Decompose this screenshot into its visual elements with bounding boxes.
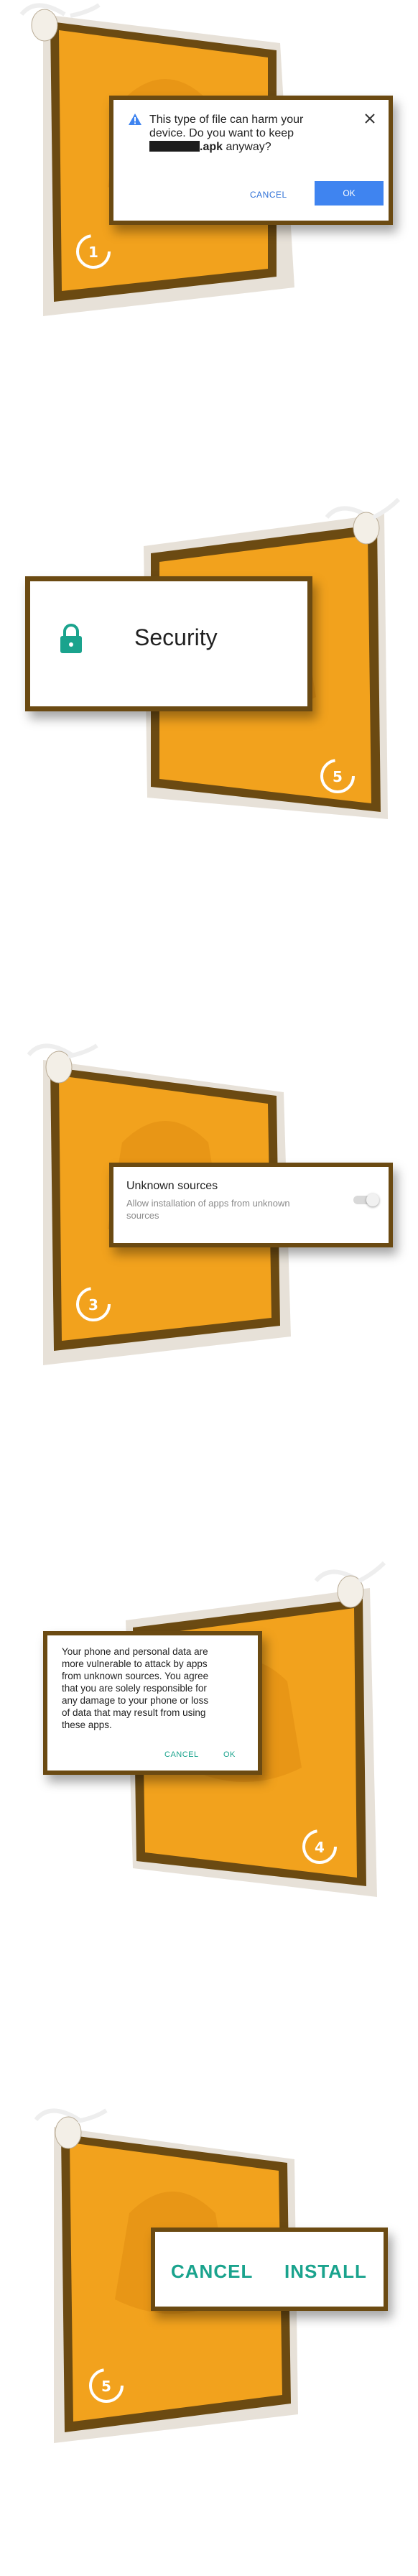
unknown-sources-toggle[interactable] bbox=[350, 1193, 379, 1207]
step-5: 5 CANCEL INSTALL bbox=[0, 2098, 418, 2472]
warning-body: Your phone and personal data are more vu… bbox=[62, 1645, 256, 1731]
ok-button[interactable]: OK bbox=[315, 181, 384, 206]
install-buttons-panel: CANCEL INSTALL bbox=[151, 2228, 388, 2311]
step-2: 5 Security bbox=[0, 496, 418, 841]
unknown-sources-subtitle: Allow installation of apps from unknown … bbox=[126, 1197, 342, 1222]
warning-tail: anyway? bbox=[223, 141, 271, 153]
warning-message: This type of file can harm your device. … bbox=[149, 113, 365, 154]
install-button[interactable]: INSTALL bbox=[284, 2261, 367, 2283]
step-number: 5 bbox=[101, 2378, 111, 2395]
body-line: more vulnerable to attack by apps bbox=[62, 1658, 208, 1669]
body-line: from unknown sources. You agree bbox=[62, 1671, 209, 1681]
warning-icon bbox=[129, 114, 141, 125]
step-1: 1 This type of file can harm your device… bbox=[0, 0, 418, 331]
cancel-button[interactable]: CANCEL bbox=[164, 1750, 199, 1759]
lock-icon bbox=[60, 624, 82, 653]
subtitle-line-1: Allow installation of apps from unknown bbox=[126, 1198, 290, 1209]
step-4: 4 Your phone and personal data are more … bbox=[0, 1559, 418, 1919]
harm-warning-dialog: This type of file can harm your device. … bbox=[109, 96, 393, 225]
step-number: 5 bbox=[333, 768, 343, 785]
step-number: 3 bbox=[88, 1296, 98, 1314]
step-number: 1 bbox=[88, 244, 98, 261]
unknown-sources-warning-dialog: Your phone and personal data are more vu… bbox=[43, 1631, 262, 1775]
toggle-knob bbox=[366, 1194, 379, 1206]
close-icon[interactable] bbox=[364, 113, 376, 124]
step-3: 3 Unknown sources Allow installation of … bbox=[0, 1035, 418, 1372]
body-line: that you are solely responsible for bbox=[62, 1683, 207, 1694]
subtitle-line-2: sources bbox=[126, 1210, 159, 1221]
unknown-sources-setting[interactable]: Unknown sources Allow installation of ap… bbox=[109, 1163, 393, 1247]
body-line: these apps. bbox=[62, 1719, 112, 1730]
warning-line-2: device. Do you want to keep bbox=[149, 127, 294, 139]
body-line: any damage to your phone or loss bbox=[62, 1695, 209, 1706]
ok-button[interactable]: OK bbox=[223, 1750, 236, 1759]
file-extension: .apk bbox=[200, 141, 223, 153]
unknown-sources-title: Unknown sources bbox=[126, 1180, 218, 1192]
cancel-button[interactable]: CANCEL bbox=[171, 2261, 253, 2283]
body-line: Your phone and personal data are bbox=[62, 1646, 208, 1657]
body-line: of data that may result from using bbox=[62, 1707, 206, 1718]
security-label: Security bbox=[134, 624, 218, 650]
security-settings-item[interactable]: Security bbox=[25, 576, 312, 711]
warning-line-1: This type of file can harm your bbox=[149, 114, 304, 126]
cancel-button[interactable]: CANCEL bbox=[250, 190, 287, 200]
redacted-filename bbox=[149, 141, 200, 152]
step-number: 4 bbox=[315, 1839, 325, 1856]
